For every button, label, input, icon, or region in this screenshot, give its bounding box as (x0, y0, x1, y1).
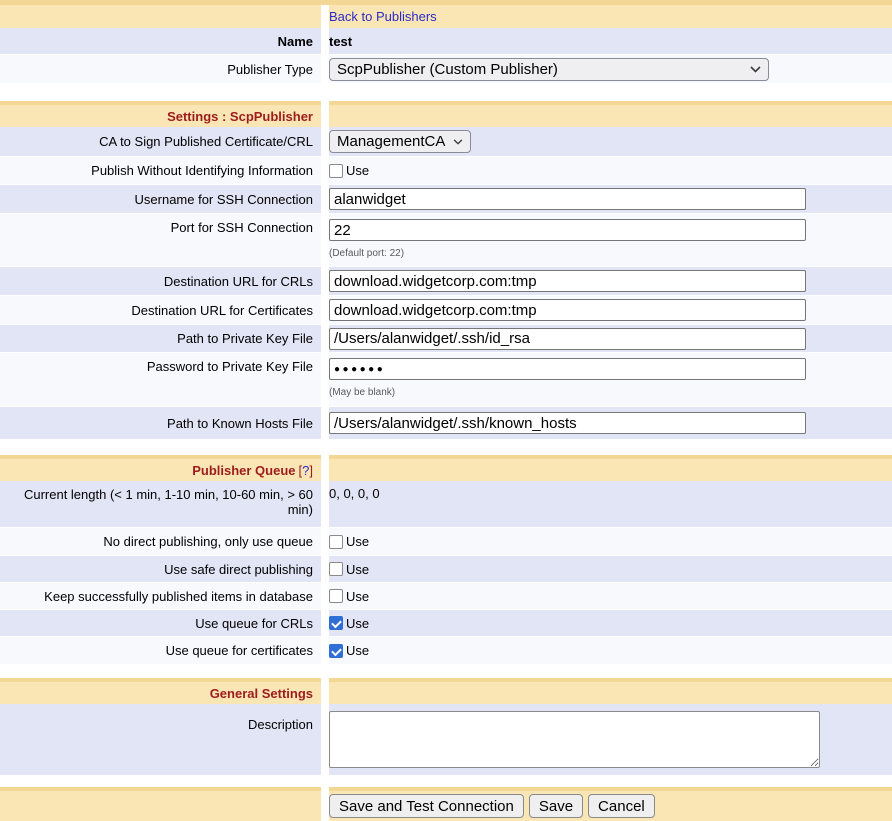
known-hosts-label: Path to Known Hosts File (0, 407, 321, 440)
chevron-down-icon (750, 66, 761, 73)
port-input[interactable] (329, 219, 806, 241)
description-row: Description (0, 704, 892, 775)
anonymize-label: Publish Without Identifying Information (0, 157, 321, 185)
ca-label: CA to Sign Published Certificate/CRL (0, 127, 321, 157)
queue-certs-checkbox[interactable] (329, 644, 343, 658)
key-password-label: Password to Private Key File (0, 353, 321, 407)
anonymize-checkbox-label[interactable]: Use (346, 163, 369, 178)
footer-band: Save and Test Connection Save Cancel (0, 787, 892, 821)
queue-length-value: 0, 0, 0, 0 (329, 486, 380, 501)
safe-direct-checkbox[interactable] (329, 562, 343, 576)
no-direct-row: No direct publishing, only use queue Use (0, 528, 892, 556)
anonymize-checkbox[interactable] (329, 164, 343, 178)
queue-header: Publisher Queue (192, 463, 295, 478)
port-helper-text: (Default port: 22) (329, 248, 404, 259)
crl-url-input[interactable] (329, 270, 806, 292)
name-row: Name test (0, 28, 892, 55)
known-hosts-input[interactable] (329, 412, 806, 434)
queue-crls-checkbox-label[interactable]: Use (346, 616, 369, 631)
keep-published-checkbox[interactable] (329, 589, 343, 603)
help-bracket-close: ] (309, 463, 313, 478)
anonymize-row: Publish Without Identifying Information … (0, 157, 892, 185)
general-band: General Settings (0, 678, 892, 704)
chevron-down-icon (453, 139, 463, 145)
keep-published-checkbox-label[interactable]: Use (346, 589, 369, 604)
key-path-input[interactable] (329, 328, 806, 350)
crl-url-label: Destination URL for CRLs (0, 267, 321, 296)
crl-url-row: Destination URL for CRLs (0, 267, 892, 296)
top-band-right: Back to Publishers (329, 5, 892, 28)
section-footer: Save and Test Connection Save Cancel (0, 787, 892, 821)
safe-direct-row: Use safe direct publishing Use (0, 556, 892, 583)
queue-crls-label: Use queue for CRLs (0, 610, 321, 637)
port-row: Port for SSH Connection (Default port: 2… (0, 214, 892, 267)
ca-select[interactable]: ManagementCA (329, 130, 471, 153)
queue-certs-checkbox-label[interactable]: Use (346, 643, 369, 658)
key-path-label: Path to Private Key File (0, 325, 321, 353)
queue-band: Publisher Queue[?] (0, 455, 892, 481)
settings-band: Settings : ScpPublisher (0, 101, 892, 127)
key-password-helper-text: (May be blank) (329, 387, 395, 398)
section-top: Back to Publishers Name test Publisher T… (0, 5, 892, 84)
cert-url-label: Destination URL for Certificates (0, 296, 321, 325)
safe-direct-label: Use safe direct publishing (0, 556, 321, 583)
publisher-type-selected-value: ScpPublisher (Custom Publisher) (337, 61, 558, 78)
keep-published-label: Keep successfully published items in dat… (0, 583, 321, 610)
publisher-type-label: Publisher Type (0, 55, 321, 84)
description-textarea[interactable] (329, 711, 820, 768)
key-password-input[interactable] (329, 358, 806, 380)
cert-url-input[interactable] (329, 299, 806, 321)
port-label: Port for SSH Connection (0, 214, 321, 267)
no-direct-checkbox-label[interactable]: Use (346, 534, 369, 549)
cert-url-row: Destination URL for Certificates (0, 296, 892, 325)
no-direct-checkbox[interactable] (329, 535, 343, 549)
queue-crls-checkbox[interactable] (329, 616, 343, 630)
username-row: Username for SSH Connection (0, 185, 892, 214)
queue-crls-row: Use queue for CRLs Use (0, 610, 892, 637)
ca-selected-value: ManagementCA (337, 133, 445, 150)
save-button[interactable]: Save (529, 794, 583, 818)
publisher-type-select[interactable]: ScpPublisher (Custom Publisher) (329, 58, 769, 81)
username-label: Username for SSH Connection (0, 185, 321, 214)
settings-header: Settings : ScpPublisher (167, 109, 313, 124)
section-general: General Settings Description (0, 678, 892, 775)
username-input[interactable] (329, 188, 806, 210)
queue-length-label: Current length (< 1 min, 1-10 min, 10-60… (0, 481, 321, 528)
key-password-row: Password to Private Key File (May be bla… (0, 353, 892, 407)
key-path-row: Path to Private Key File (0, 325, 892, 353)
save-and-test-button[interactable]: Save and Test Connection (329, 794, 524, 818)
cancel-button[interactable]: Cancel (588, 794, 655, 818)
publisher-type-row: Publisher Type ScpPublisher (Custom Publ… (0, 55, 892, 84)
ca-row: CA to Sign Published Certificate/CRL Man… (0, 127, 892, 157)
queue-length-row: Current length (< 1 min, 1-10 min, 10-60… (0, 481, 892, 528)
name-value: test (329, 34, 352, 49)
top-band: Back to Publishers (0, 5, 892, 28)
no-direct-label: No direct publishing, only use queue (0, 528, 321, 556)
section-queue: Publisher Queue[?] Current length (< 1 m… (0, 455, 892, 665)
name-label: Name (0, 28, 321, 55)
section-settings: Settings : ScpPublisher CA to Sign Publi… (0, 101, 892, 440)
queue-certs-label: Use queue for certificates (0, 637, 321, 665)
description-label: Description (0, 704, 321, 776)
back-to-publishers-link[interactable]: Back to Publishers (329, 9, 437, 24)
known-hosts-row: Path to Known Hosts File (0, 407, 892, 440)
queue-certs-row: Use queue for certificates Use (0, 637, 892, 665)
top-band-left (0, 5, 321, 28)
general-header: General Settings (210, 686, 313, 701)
keep-published-row: Keep successfully published items in dat… (0, 583, 892, 610)
safe-direct-checkbox-label[interactable]: Use (346, 562, 369, 577)
